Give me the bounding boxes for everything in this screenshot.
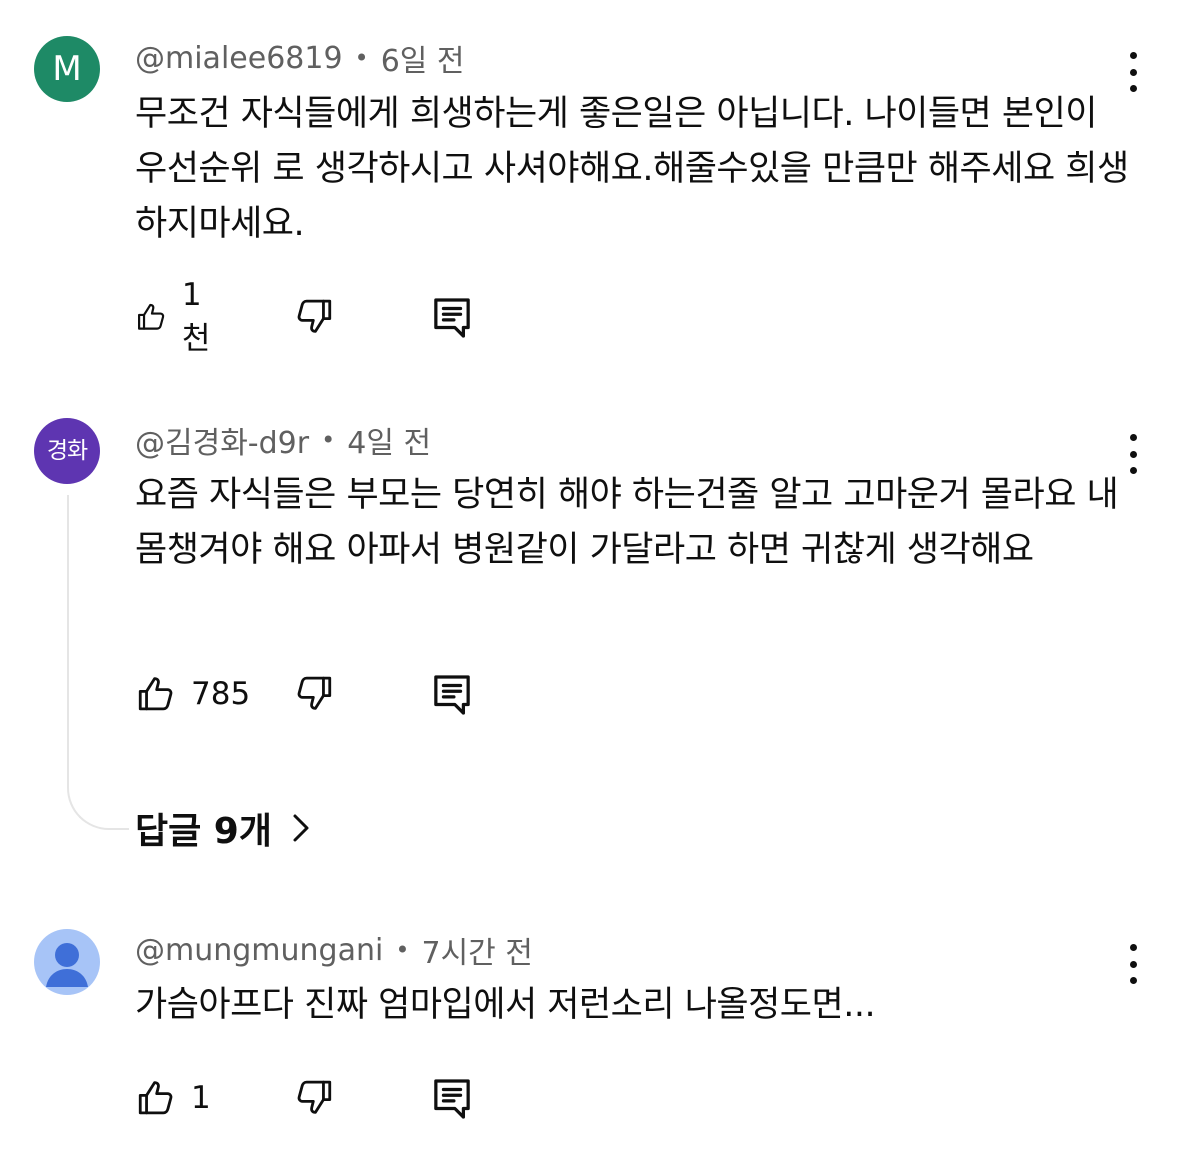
- like-button[interactable]: 785: [135, 672, 250, 716]
- dislike-button[interactable]: [293, 295, 335, 341]
- like-button[interactable]: 1: [135, 1076, 211, 1120]
- separator-dot: •: [395, 936, 410, 964]
- comment-text: 가슴아프다 진짜 엄마입에서 저런소리 나올정도면...: [135, 985, 876, 1025]
- like-button[interactable]: 1천: [135, 277, 220, 357]
- reply-button[interactable]: [433, 297, 471, 343]
- comment-header: @mungmungani • 7시간 전: [135, 928, 533, 972]
- chevron-right-icon: [293, 814, 309, 842]
- thumbs-down-icon: [297, 676, 332, 710]
- thumbs-up-icon: [138, 1081, 173, 1115]
- separator-dot: •: [321, 426, 336, 454]
- replies-label: 답글 9개: [135, 811, 272, 852]
- comment-time[interactable]: 4일 전: [347, 418, 431, 462]
- like-count: 1: [191, 1080, 211, 1116]
- reply-button[interactable]: [433, 674, 471, 720]
- dislike-button[interactable]: [293, 1076, 335, 1122]
- more-vert-icon[interactable]: [1116, 52, 1150, 92]
- avatar-text: 경화: [46, 437, 88, 464]
- avatar[interactable]: M: [34, 36, 100, 102]
- comment-text: 무조건 자식들에게 희생하는게 좋은일은 아닙니다. 나이들면 본인이 우선순위…: [135, 94, 1129, 244]
- comment-time[interactable]: 7시간 전: [421, 928, 532, 972]
- comment-author[interactable]: @김경화-d9r: [135, 418, 309, 462]
- reply-icon: [434, 298, 470, 338]
- comment-text: 요즘 자식들은 부모는 당연히 해야 하는건줄 알고 고마운거 몰라요 내몸챙겨…: [135, 475, 1119, 570]
- comment-time[interactable]: 6일 전: [381, 36, 465, 80]
- comment-header: @mialee6819 • 6일 전: [135, 36, 465, 80]
- thumbs-down-icon: [297, 1080, 332, 1114]
- comment-author[interactable]: @mialee6819: [135, 41, 343, 76]
- avatar[interactable]: 경화: [34, 418, 100, 484]
- view-replies-button[interactable]: 답글 9개: [135, 804, 310, 852]
- avatar-letter: M: [52, 49, 82, 89]
- like-count: 1천: [181, 276, 211, 357]
- reply-button[interactable]: [433, 1078, 471, 1124]
- reply-icon: [434, 1079, 470, 1119]
- thumbs-down-icon: [297, 299, 332, 333]
- comment-author[interactable]: @mungmungani: [135, 933, 383, 968]
- like-count: 785: [191, 676, 251, 712]
- thumbs-up-icon: [138, 677, 173, 711]
- separator-dot: •: [354, 44, 369, 72]
- reply-icon: [434, 675, 470, 715]
- comment-header: @김경화-d9r • 4일 전: [135, 418, 431, 462]
- default-avatar-icon: [46, 943, 88, 987]
- dislike-button[interactable]: [293, 672, 335, 718]
- thread-line: [67, 495, 129, 830]
- thumbs-up-icon: [138, 303, 165, 330]
- avatar[interactable]: [34, 929, 100, 995]
